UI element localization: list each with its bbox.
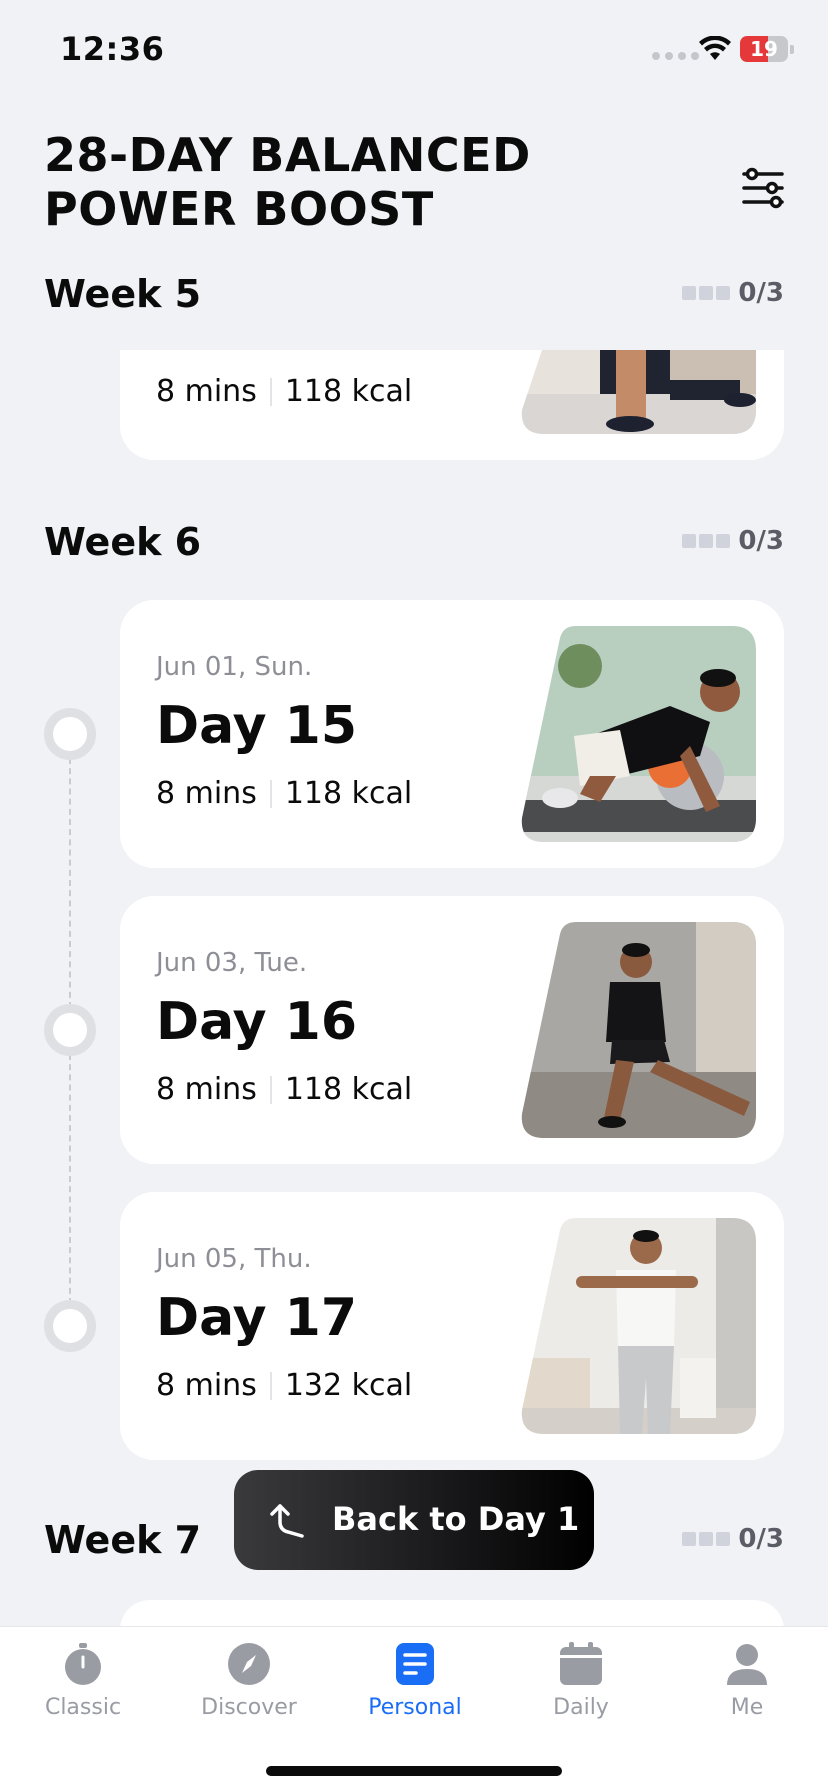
battery-cap <box>790 45 794 54</box>
card-day-title: Day 17 <box>156 1288 358 1348</box>
card-duration: 8 mins <box>156 1072 257 1107</box>
progress-count: 0/3 <box>738 278 784 308</box>
tab-label: Classic <box>44 1695 122 1720</box>
tab-daily[interactable]: Daily <box>498 1627 664 1737</box>
card-day-title: Day 16 <box>156 992 358 1052</box>
meta-divider <box>269 377 272 406</box>
tab-label: Me <box>730 1695 764 1720</box>
card-date: Jun 01, Sun. <box>156 652 313 682</box>
compass-icon <box>228 1643 270 1685</box>
week-progress: 0/3 <box>682 526 784 556</box>
tab-label: Daily <box>553 1695 609 1720</box>
card-duration: 8 mins <box>156 374 257 409</box>
meta-divider <box>269 779 272 808</box>
workout-photo <box>521 350 756 434</box>
filter-settings-icon[interactable] <box>738 166 788 210</box>
card-duration: 8 mins <box>156 1368 257 1403</box>
timeline-node <box>44 708 96 760</box>
card-calories: 118 kcal <box>284 1072 413 1107</box>
tab-personal[interactable]: Personal <box>332 1627 498 1737</box>
card-calories: 132 kcal <box>284 1368 413 1403</box>
card-meta: 8 mins 118 kcal <box>156 374 412 409</box>
tab-label: Discover <box>201 1695 297 1720</box>
timeline-connector <box>69 758 71 1008</box>
week-title: Week 6 <box>44 520 202 564</box>
battery-icon: 19 <box>740 36 788 62</box>
day-card-partial[interactable]: 8 mins 118 kcal <box>120 350 784 460</box>
timeline-connector <box>69 1054 71 1304</box>
wifi-icon <box>699 36 731 60</box>
card-duration: 8 mins <box>156 776 257 811</box>
back-button-label: Back to Day 1 <box>332 1500 580 1538</box>
card-meta: 8 mins 118 kcal <box>156 1072 412 1107</box>
timeline-node <box>44 1300 96 1352</box>
status-bar: 12:36 19 <box>0 0 828 100</box>
cellular-signal-icon <box>652 52 699 60</box>
progress-indicator <box>682 1532 731 1546</box>
week-5-header: Week 5 0/3 <box>44 272 784 320</box>
week-title: Week 7 <box>44 1518 202 1562</box>
day-card-15[interactable]: Jun 01, Sun. Day 15 8 mins 118 kcal <box>120 600 784 868</box>
meta-divider <box>269 1075 272 1104</box>
tab-me[interactable]: Me <box>664 1627 828 1737</box>
card-calories: 118 kcal <box>284 374 413 409</box>
workout-photo <box>521 1218 756 1434</box>
status-time: 12:36 <box>60 30 165 68</box>
week-progress: 0/3 <box>682 1524 784 1554</box>
card-meta: 8 mins 118 kcal <box>156 776 412 811</box>
week-progress: 0/3 <box>682 278 784 308</box>
document-icon <box>396 1643 434 1685</box>
return-arrow-icon <box>270 1504 304 1538</box>
home-indicator <box>266 1766 562 1776</box>
workout-photo <box>521 626 756 842</box>
card-calories: 118 kcal <box>284 776 413 811</box>
card-day-title: Day 15 <box>156 696 358 756</box>
week-title: Week 5 <box>44 272 202 316</box>
progress-count: 0/3 <box>738 1524 784 1554</box>
meta-divider <box>269 1371 272 1400</box>
card-date: Jun 05, Thu. <box>156 1244 312 1274</box>
week-6-header: Week 6 0/3 <box>44 520 784 568</box>
card-meta: 8 mins 132 kcal <box>156 1368 412 1403</box>
card-date: Jun 03, Tue. <box>156 948 308 978</box>
progress-count: 0/3 <box>738 526 784 556</box>
progress-indicator <box>682 286 731 300</box>
page-title: 28-DAY BALANCED POWER BOOST <box>44 128 531 236</box>
person-icon <box>727 1644 767 1685</box>
progress-indicator <box>682 534 731 548</box>
stopwatch-icon <box>65 1643 101 1685</box>
back-to-day-1-button[interactable]: Back to Day 1 <box>234 1470 594 1570</box>
calendar-icon <box>560 1642 602 1685</box>
day-card-17[interactable]: Jun 05, Thu. Day 17 8 mins 132 kcal <box>120 1192 784 1460</box>
workout-photo <box>521 922 756 1138</box>
tab-classic[interactable]: Classic <box>0 1627 166 1737</box>
tab-label: Personal <box>368 1695 462 1720</box>
battery-percentage: 19 <box>750 37 778 61</box>
tab-discover[interactable]: Discover <box>166 1627 332 1737</box>
timeline-node <box>44 1004 96 1056</box>
day-card-16[interactable]: Jun 03, Tue. Day 16 8 mins 118 kcal <box>120 896 784 1164</box>
